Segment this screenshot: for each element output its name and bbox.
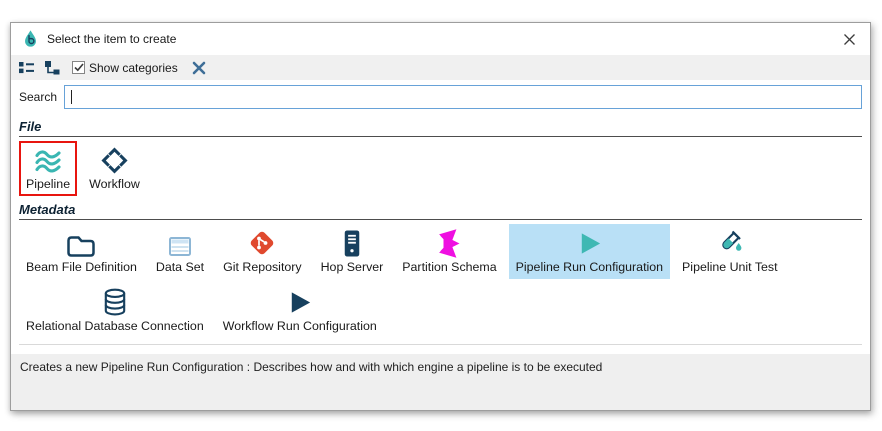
item-partition-schema[interactable]: Partition Schema [395,224,503,279]
item-label: Workflow Run Configuration [223,319,377,334]
pipeline-icon [32,145,64,175]
section-heading-file: File [19,119,862,137]
status-bar: Creates a new Pipeline Run Configuration… [11,354,870,410]
search-row: Search [19,85,862,109]
search-label: Search [19,90,57,104]
item-workflow-run-configuration[interactable]: Workflow Run Configuration [216,283,384,338]
dialog-titlebar: Select the item to create [11,23,870,55]
item-label: Beam File Definition [26,260,137,275]
server-icon [342,228,362,258]
item-workflow[interactable]: Workflow [82,141,147,196]
item-label: Pipeline [26,177,70,192]
text-caret [71,90,72,104]
test-tube-icon [715,228,745,258]
play-navy-icon [285,287,314,317]
metadata-items-row-2: Relational Database Connection Workflow … [19,283,862,338]
item-beam-file-definition[interactable]: Beam File Definition [19,224,144,279]
metadata-items-row-1: Beam File Definition Data Set [19,224,862,279]
item-label: Workflow [89,177,140,192]
items-separator [19,344,862,345]
item-git-repository[interactable]: Git Repository [216,224,309,279]
workflow-icon [100,145,129,175]
item-label: Hop Server [321,260,384,275]
data-set-icon [168,228,192,258]
section-heading-metadata: Metadata [19,202,862,220]
create-item-dialog: Select the item to create [10,22,871,411]
show-categories-label: Show categories [89,61,178,75]
checkbox-checked-icon [72,61,85,74]
file-items-row: Pipeline Workflow [19,141,862,196]
item-pipeline[interactable]: Pipeline [19,141,77,196]
item-label: Data Set [156,260,204,275]
show-categories-checkbox[interactable]: Show categories [72,61,178,75]
search-box [64,85,862,109]
item-hop-server[interactable]: Hop Server [314,224,391,279]
item-label: Pipeline Run Configuration [516,260,663,275]
item-label: Relational Database Connection [26,319,204,334]
tree-view-icon[interactable] [44,60,61,75]
item-pipeline-unit-test[interactable]: Pipeline Unit Test [675,224,785,279]
item-relational-database-connection[interactable]: Relational Database Connection [19,283,211,338]
hop-logo-icon [23,29,38,49]
close-icon[interactable] [841,31,858,48]
item-pipeline-run-configuration[interactable]: Pipeline Run Configuration [509,224,670,279]
item-label: Git Repository [223,260,302,275]
dialog-title: Select the item to create [47,32,176,46]
search-input[interactable] [65,86,861,108]
partition-icon [438,228,460,258]
play-teal-icon [575,228,604,258]
git-icon [247,228,277,258]
flat-view-icon[interactable] [18,60,35,75]
item-label: Pipeline Unit Test [682,260,778,275]
status-text: Creates a new Pipeline Run Configuration… [20,360,602,374]
item-label: Partition Schema [402,260,496,275]
database-icon [102,287,128,317]
clear-filter-icon[interactable] [191,60,207,76]
view-toolbar: Show categories [11,55,870,80]
item-data-set[interactable]: Data Set [149,224,211,279]
folder-icon [66,228,96,258]
